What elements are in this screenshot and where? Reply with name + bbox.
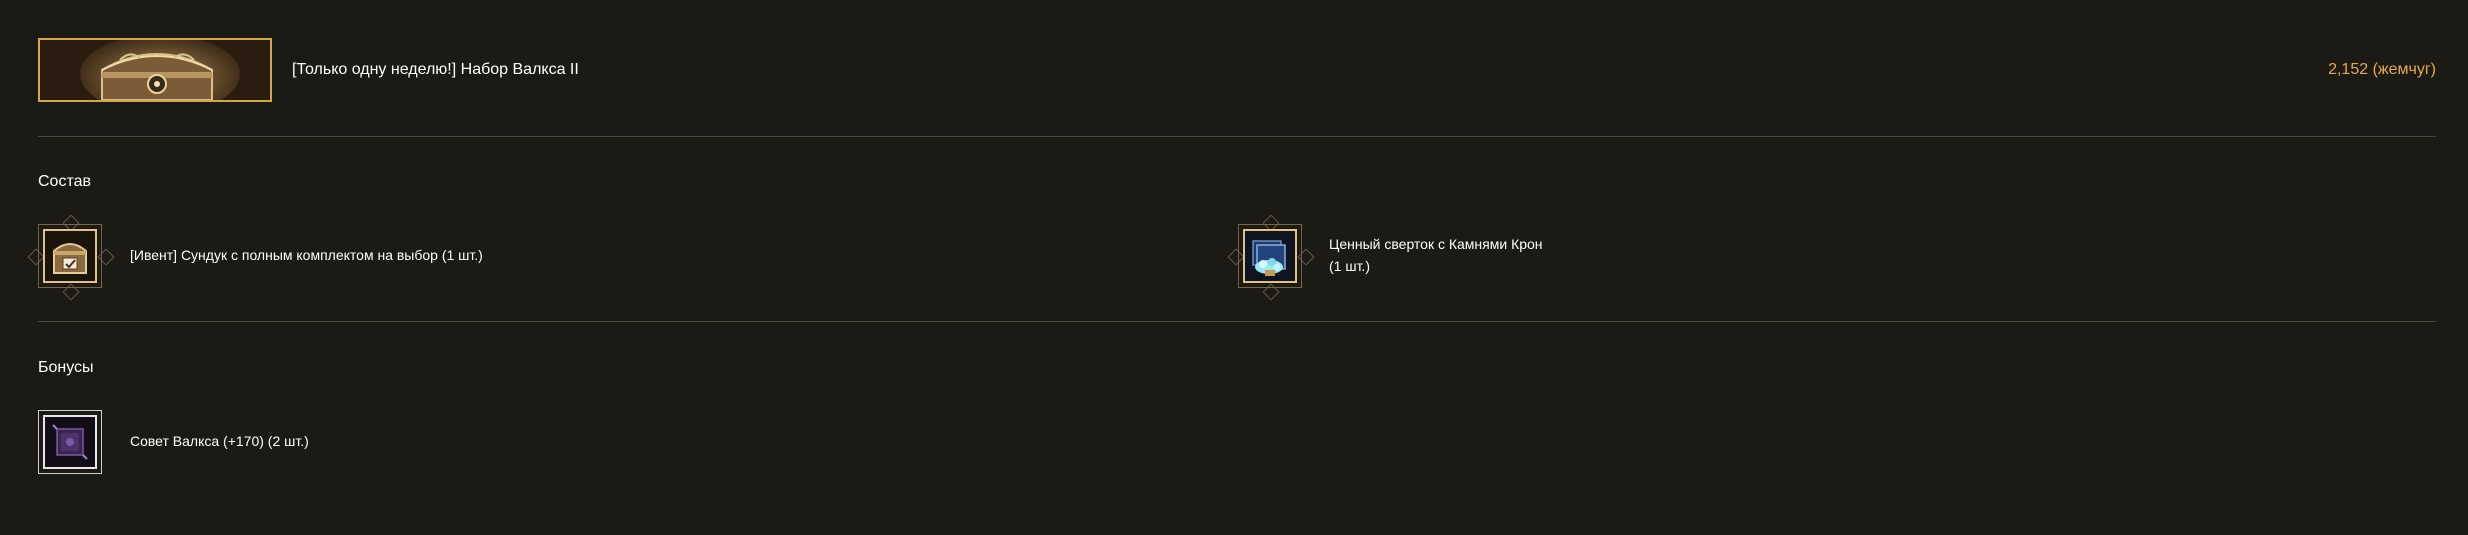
treasure-chest-banner-icon bbox=[38, 38, 272, 102]
composition-item-crown-stones[interactable] bbox=[1238, 224, 1302, 288]
crown-stones-bundle-icon bbox=[1243, 229, 1297, 283]
price-label: 2,152 (жемчуг) bbox=[2328, 61, 2436, 78]
divider bbox=[38, 321, 2436, 322]
composition-item-label-line2: (1 шт.) bbox=[1329, 258, 1370, 274]
event-chest-icon bbox=[43, 229, 97, 283]
composition-item-event-chest[interactable] bbox=[38, 224, 102, 288]
valks-scroll-icon bbox=[43, 415, 97, 469]
bonus-item-label: Совет Валкса (+170) (2 шт.) bbox=[130, 433, 309, 449]
composition-section-title: Состав bbox=[38, 173, 91, 190]
product-page: [Только одну неделю!] Набор Валкса II 2,… bbox=[0, 0, 2468, 535]
composition-item-label: [Ивент] Сундук с полным комплектом на вы… bbox=[130, 247, 483, 263]
divider bbox=[38, 136, 2436, 137]
bonus-item-valks-advice[interactable] bbox=[38, 410, 102, 474]
bonuses-section-title: Бонусы bbox=[38, 359, 94, 376]
product-header: [Только одну неделю!] Набор Валкса II 2,… bbox=[0, 0, 2468, 136]
composition-item-label-line1: Ценный сверток с Камнями Крон bbox=[1329, 236, 1543, 252]
product-title: [Только одну неделю!] Набор Валкса II bbox=[292, 61, 579, 78]
